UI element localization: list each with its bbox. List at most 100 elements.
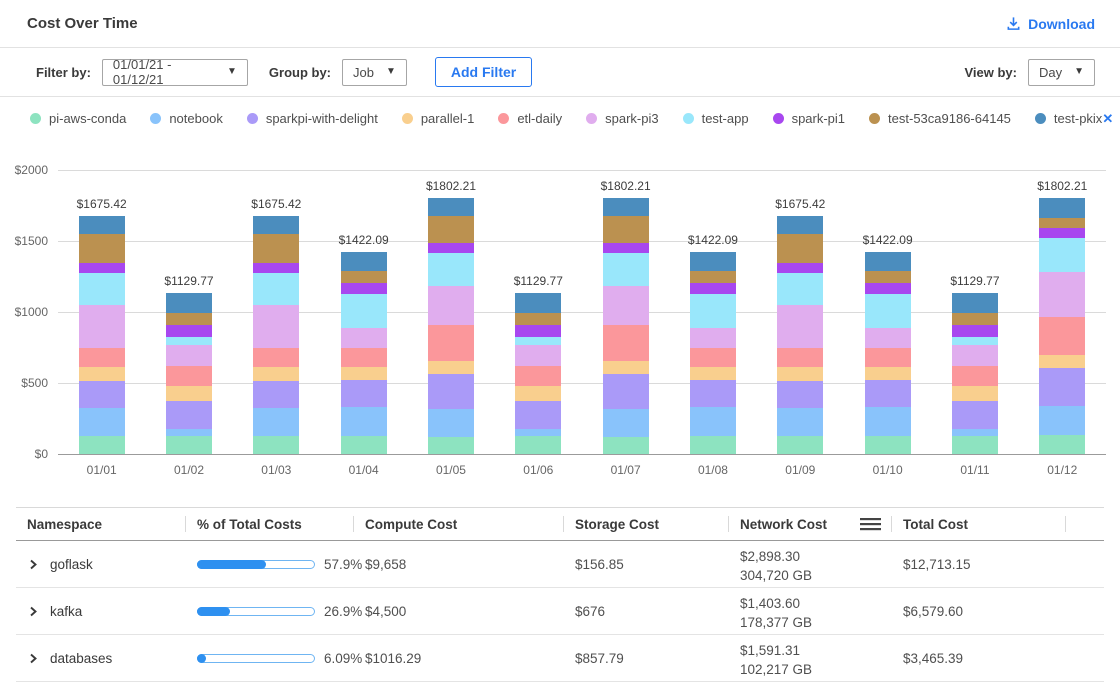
segment-sparkpi-with-delight[interactable] [166, 401, 212, 429]
segment-sparkpi-with-delight[interactable] [341, 380, 387, 407]
segment-parallel-1[interactable] [690, 367, 736, 380]
segment-test-53ca9186-64145[interactable] [603, 216, 649, 243]
segment-test-53ca9186-64145[interactable] [253, 234, 299, 263]
segment-spark-pi3[interactable] [952, 345, 998, 366]
legend-item-notebook[interactable]: notebook [150, 111, 223, 126]
segment-notebook[interactable] [428, 409, 474, 437]
chevron-right-icon[interactable] [27, 558, 39, 571]
segment-spark-pi1[interactable] [341, 283, 387, 294]
segment-test-app[interactable] [166, 337, 212, 345]
segment-test-53ca9186-64145[interactable] [865, 271, 911, 283]
menu-icon[interactable] [860, 517, 881, 531]
segment-spark-pi1[interactable] [1039, 228, 1085, 238]
segment-test-app[interactable] [777, 273, 823, 305]
segment-etl-daily[interactable] [515, 366, 561, 386]
segment-spark-pi1[interactable] [428, 243, 474, 254]
segment-spark-pi3[interactable] [341, 328, 387, 348]
segment-spark-pi1[interactable] [515, 325, 561, 337]
group-by-select[interactable]: Job ▼ [342, 59, 407, 86]
segment-spark-pi1[interactable] [253, 263, 299, 274]
segment-parallel-1[interactable] [865, 367, 911, 380]
segment-etl-daily[interactable] [1039, 317, 1085, 355]
segment-sparkpi-with-delight[interactable] [952, 401, 998, 429]
stacked-bar[interactable] [428, 198, 474, 454]
segment-parallel-1[interactable] [341, 367, 387, 380]
segment-sparkpi-with-delight[interactable] [690, 380, 736, 407]
segment-spark-pi3[interactable] [1039, 272, 1085, 317]
segment-test-53ca9186-64145[interactable] [79, 234, 125, 263]
segment-test-app[interactable] [952, 337, 998, 345]
segment-test-app[interactable] [341, 294, 387, 328]
segment-test-app[interactable] [865, 294, 911, 328]
segment-parallel-1[interactable] [952, 386, 998, 402]
segment-notebook[interactable] [341, 407, 387, 436]
segment-test-pkix[interactable] [166, 293, 212, 313]
segment-notebook[interactable] [777, 408, 823, 436]
segment-test-pkix[interactable] [341, 252, 387, 271]
segment-test-pkix[interactable] [428, 198, 474, 216]
segment-etl-daily[interactable] [603, 325, 649, 361]
segment-pi-aws-conda[interactable] [341, 436, 387, 454]
segment-etl-daily[interactable] [253, 348, 299, 367]
legend-item-test-53ca9186-64145[interactable]: test-53ca9186-64145 [869, 111, 1011, 126]
legend-item-sparkpi-with-delight[interactable]: sparkpi-with-delight [247, 111, 378, 126]
segment-etl-daily[interactable] [865, 348, 911, 367]
segment-test-pkix[interactable] [1039, 198, 1085, 218]
deselect-all-button[interactable]: ✕ Deselect All [1102, 104, 1120, 134]
segment-test-pkix[interactable] [690, 252, 736, 271]
segment-test-pkix[interactable] [777, 216, 823, 234]
segment-parallel-1[interactable] [777, 367, 823, 381]
stacked-bar[interactable] [79, 216, 125, 454]
segment-test-pkix[interactable] [603, 198, 649, 216]
segment-pi-aws-conda[interactable] [166, 436, 212, 455]
segment-etl-daily[interactable] [166, 366, 212, 386]
stacked-bar[interactable] [690, 252, 736, 454]
segment-pi-aws-conda[interactable] [603, 437, 649, 455]
segment-spark-pi3[interactable] [865, 328, 911, 348]
segment-pi-aws-conda[interactable] [253, 436, 299, 454]
segment-parallel-1[interactable] [253, 367, 299, 381]
segment-test-pkix[interactable] [79, 216, 125, 234]
table-row-databases[interactable]: databases6.09%$1016.29$857.79$1,591.3110… [16, 635, 1104, 682]
add-filter-button[interactable]: Add Filter [435, 57, 532, 87]
segment-spark-pi1[interactable] [79, 263, 125, 274]
legend-item-spark-pi3[interactable]: spark-pi3 [586, 111, 658, 126]
segment-parallel-1[interactable] [428, 361, 474, 374]
legend-item-test-pkix[interactable]: test-pkix [1035, 111, 1102, 126]
segment-spark-pi3[interactable] [515, 345, 561, 366]
segment-sparkpi-with-delight[interactable] [865, 380, 911, 407]
segment-test-app[interactable] [428, 253, 474, 286]
segment-test-app[interactable] [1039, 238, 1085, 272]
segment-spark-pi1[interactable] [952, 325, 998, 337]
segment-spark-pi1[interactable] [166, 325, 212, 337]
stacked-bar[interactable] [515, 293, 561, 454]
chevron-right-icon[interactable] [27, 652, 39, 665]
stacked-bar[interactable] [777, 216, 823, 454]
segment-test-53ca9186-64145[interactable] [515, 313, 561, 325]
segment-pi-aws-conda[interactable] [690, 436, 736, 454]
segment-test-53ca9186-64145[interactable] [952, 313, 998, 325]
segment-test-pkix[interactable] [865, 252, 911, 271]
segment-spark-pi3[interactable] [166, 345, 212, 366]
chevron-right-icon[interactable] [27, 605, 39, 618]
segment-etl-daily[interactable] [777, 348, 823, 367]
segment-spark-pi1[interactable] [865, 283, 911, 294]
stacked-bar[interactable] [952, 293, 998, 454]
stacked-bar[interactable] [1039, 198, 1085, 454]
legend-item-test-app[interactable]: test-app [683, 111, 749, 126]
legend-item-spark-pi1[interactable]: spark-pi1 [773, 111, 845, 126]
segment-sparkpi-with-delight[interactable] [603, 374, 649, 409]
segment-test-app[interactable] [253, 273, 299, 305]
download-button[interactable]: Download [1006, 16, 1095, 32]
segment-pi-aws-conda[interactable] [865, 436, 911, 454]
segment-parallel-1[interactable] [79, 367, 125, 381]
segment-test-app[interactable] [79, 273, 125, 305]
segment-test-app[interactable] [690, 294, 736, 328]
segment-test-53ca9186-64145[interactable] [428, 216, 474, 243]
stacked-bar[interactable] [341, 252, 387, 454]
table-row-goflask[interactable]: goflask57.9%$9,658$156.85$2,898.30304,72… [16, 541, 1104, 588]
segment-notebook[interactable] [1039, 406, 1085, 436]
segment-parallel-1[interactable] [166, 386, 212, 402]
segment-spark-pi1[interactable] [777, 263, 823, 274]
segment-sparkpi-with-delight[interactable] [515, 401, 561, 429]
